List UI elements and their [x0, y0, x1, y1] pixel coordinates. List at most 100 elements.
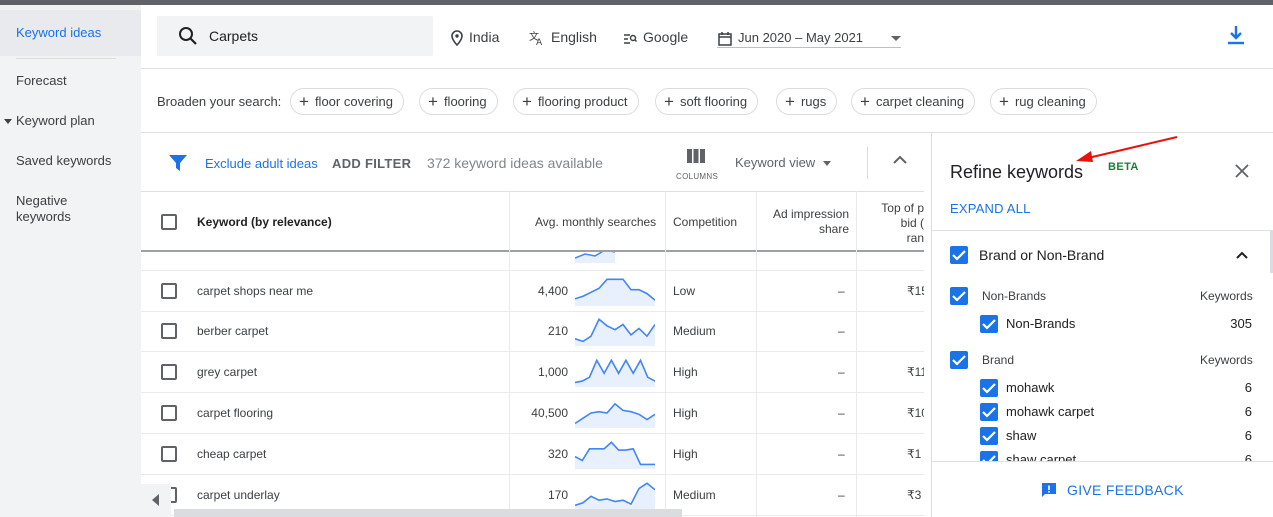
avg-monthly-searches-cell: 320 — [547, 447, 568, 461]
add-filter-button[interactable]: ADD FILTER — [332, 156, 411, 171]
row-checkbox[interactable] — [161, 323, 177, 339]
horizontal-scrollbar[interactable] — [174, 509, 682, 517]
checkbox-brand-item[interactable] — [980, 379, 998, 397]
language-label: English — [551, 29, 597, 45]
sparkline — [575, 252, 615, 263]
keyword-cell: carpet underlay — [197, 488, 280, 502]
row-checkbox[interactable] — [161, 364, 177, 380]
item-label: shaw carpet — [1006, 452, 1077, 461]
keyword-view-select[interactable]: Keyword view — [735, 155, 832, 170]
sidebar-item-saved-keywords[interactable]: Saved keywords — [0, 153, 141, 168]
sidebar-item-negative-keywords[interactable]: Negative keywords — [0, 193, 100, 225]
ad-impression-share-cell: – — [838, 324, 845, 338]
checkbox-brand-item[interactable] — [980, 403, 998, 421]
keywords-column-label: Keywords — [1200, 289, 1253, 303]
sidebar: Keyword ideas Forecast Keyword plan Save… — [0, 5, 141, 517]
item-count: 6 — [1244, 404, 1252, 419]
plus-icon: + — [785, 92, 795, 111]
checkbox-brand-item[interactable] — [980, 451, 998, 461]
keyword-cell: carpet shops near me — [197, 284, 314, 298]
search-query: Carpets — [209, 28, 259, 44]
exclude-adult-ideas-link[interactable]: Exclude adult ideas — [205, 156, 318, 171]
column-header-competition[interactable]: Competition — [673, 192, 737, 251]
checkbox[interactable] — [161, 213, 177, 230]
checkbox-non-brands-group[interactable] — [950, 287, 968, 305]
feedback-label: GIVE FEEDBACK — [1067, 482, 1184, 498]
keyword-cell: grey carpet — [197, 365, 258, 379]
item-label: shaw — [1006, 428, 1037, 443]
broaden-chip[interactable]: + floor covering — [290, 88, 404, 115]
column-header-top-of-page-bid[interactable]: Top of p bid (ran — [861, 192, 924, 251]
competition-cell: High — [673, 365, 698, 379]
columns-button[interactable]: COLUMNS — [676, 149, 719, 181]
date-range-label: Jun 2020 – May 2021 — [738, 30, 864, 45]
broaden-chip[interactable]: + rugs — [776, 88, 838, 115]
columns-label: COLUMNS — [676, 172, 719, 181]
checkbox-brand-or-non-brand[interactable] — [950, 246, 968, 264]
date-range-select[interactable]: Jun 2020 – May 2021 — [718, 28, 901, 46]
expand-all-button[interactable]: EXPAND ALL — [950, 201, 1031, 216]
broaden-chip[interactable]: + rug cleaning — [990, 88, 1097, 115]
competition-cell: High — [673, 406, 698, 420]
filter-icon[interactable] — [169, 155, 187, 171]
chip-label: flooring — [443, 94, 487, 109]
table-row[interactable]: carpet flooring 40,500 High – ₹10 — [141, 393, 924, 434]
plus-icon: + — [428, 92, 438, 111]
column-header-keyword[interactable]: Keyword (by relevance) — [197, 192, 332, 251]
sidebar-item-keyword-plan[interactable]: Keyword plan — [0, 113, 141, 128]
table-row[interactable]: berber carpet 210 Medium – — [141, 311, 924, 352]
sidebar-item-keyword-ideas[interactable]: Keyword ideas — [0, 10, 141, 56]
row-checkbox[interactable] — [161, 283, 177, 299]
chip-label: rugs — [800, 94, 827, 109]
refine-keywords-panel: Refine keywords BETA EXPAND ALL Brand or… — [931, 133, 1273, 517]
checkbox-brand-item[interactable] — [980, 427, 998, 445]
give-feedback-button[interactable]: GIVE FEEDBACK — [1041, 482, 1184, 498]
avg-monthly-searches-cell: 170 — [547, 488, 568, 502]
column-header-ad-impression-share[interactable]: Ad impression share — [765, 192, 849, 251]
keywords-column-label: Keywords — [1200, 353, 1253, 367]
table-row[interactable]: cheap carpet 320 High – ₹1 — [141, 434, 924, 475]
table-row[interactable]: carpet shops near me 4,400 Low – ₹15 — [141, 271, 924, 312]
broaden-label: Broaden your search: — [157, 94, 282, 109]
broaden-chip[interactable]: + carpet cleaning — [851, 88, 976, 115]
download-icon[interactable] — [1226, 25, 1246, 45]
trend-sparkline — [575, 482, 655, 510]
broaden-chip[interactable]: + flooring — [419, 88, 498, 115]
sidebar-item-forecast[interactable]: Forecast — [0, 73, 141, 88]
row-checkbox[interactable] — [161, 446, 177, 462]
avg-monthly-searches-cell: 210 — [547, 324, 568, 338]
plus-icon: + — [999, 92, 1009, 111]
search-input[interactable]: Carpets — [157, 16, 433, 56]
table-header: Keyword (by relevance) Avg. monthly sear… — [141, 191, 924, 252]
collapse-chevron-up-icon[interactable] — [893, 155, 907, 165]
header-line: Top of p — [881, 201, 924, 215]
chip-label: floor covering — [314, 94, 393, 109]
search-icon — [179, 27, 197, 45]
sparkline-area — [575, 483, 655, 510]
checkbox-brand-group[interactable] — [950, 351, 968, 369]
chevron-up-icon[interactable] — [1236, 251, 1248, 259]
location-filter[interactable]: India — [451, 28, 499, 47]
checkbox-non-brands[interactable] — [980, 315, 998, 333]
network-filter[interactable]: Google — [623, 28, 688, 46]
group-label: Brand or Non-Brand — [979, 247, 1105, 263]
trend-sparkline — [575, 441, 655, 469]
language-filter[interactable]: 文 A English — [529, 28, 597, 48]
ad-impression-share-cell: – — [838, 365, 845, 379]
row-checkbox[interactable] — [161, 405, 177, 421]
divider — [932, 461, 1273, 462]
close-icon[interactable] — [1234, 163, 1250, 179]
broaden-chip[interactable]: + soft flooring — [655, 88, 759, 115]
top-of-page-bid-cell: ₹15 — [907, 284, 924, 298]
table-row[interactable]: grey carpet 1,000 High – ₹11 — [141, 352, 924, 393]
broaden-chip[interactable]: + flooring product — [513, 88, 639, 115]
calendar-icon — [718, 31, 732, 46]
trend-sparkline — [575, 402, 655, 428]
plus-icon: + — [664, 92, 674, 111]
brand-list: mohawk 6 mohawk carpet 6 shaw 6 shaw car… — [932, 373, 1270, 461]
column-header-avg-monthly-searches[interactable]: Avg. monthly searches — [535, 192, 656, 251]
panel-title: Refine keywords — [950, 162, 1084, 182]
top-bar — [0, 0, 1273, 5]
select-all-checkbox[interactable] — [161, 192, 177, 251]
scroll-left-button[interactable] — [141, 484, 171, 517]
